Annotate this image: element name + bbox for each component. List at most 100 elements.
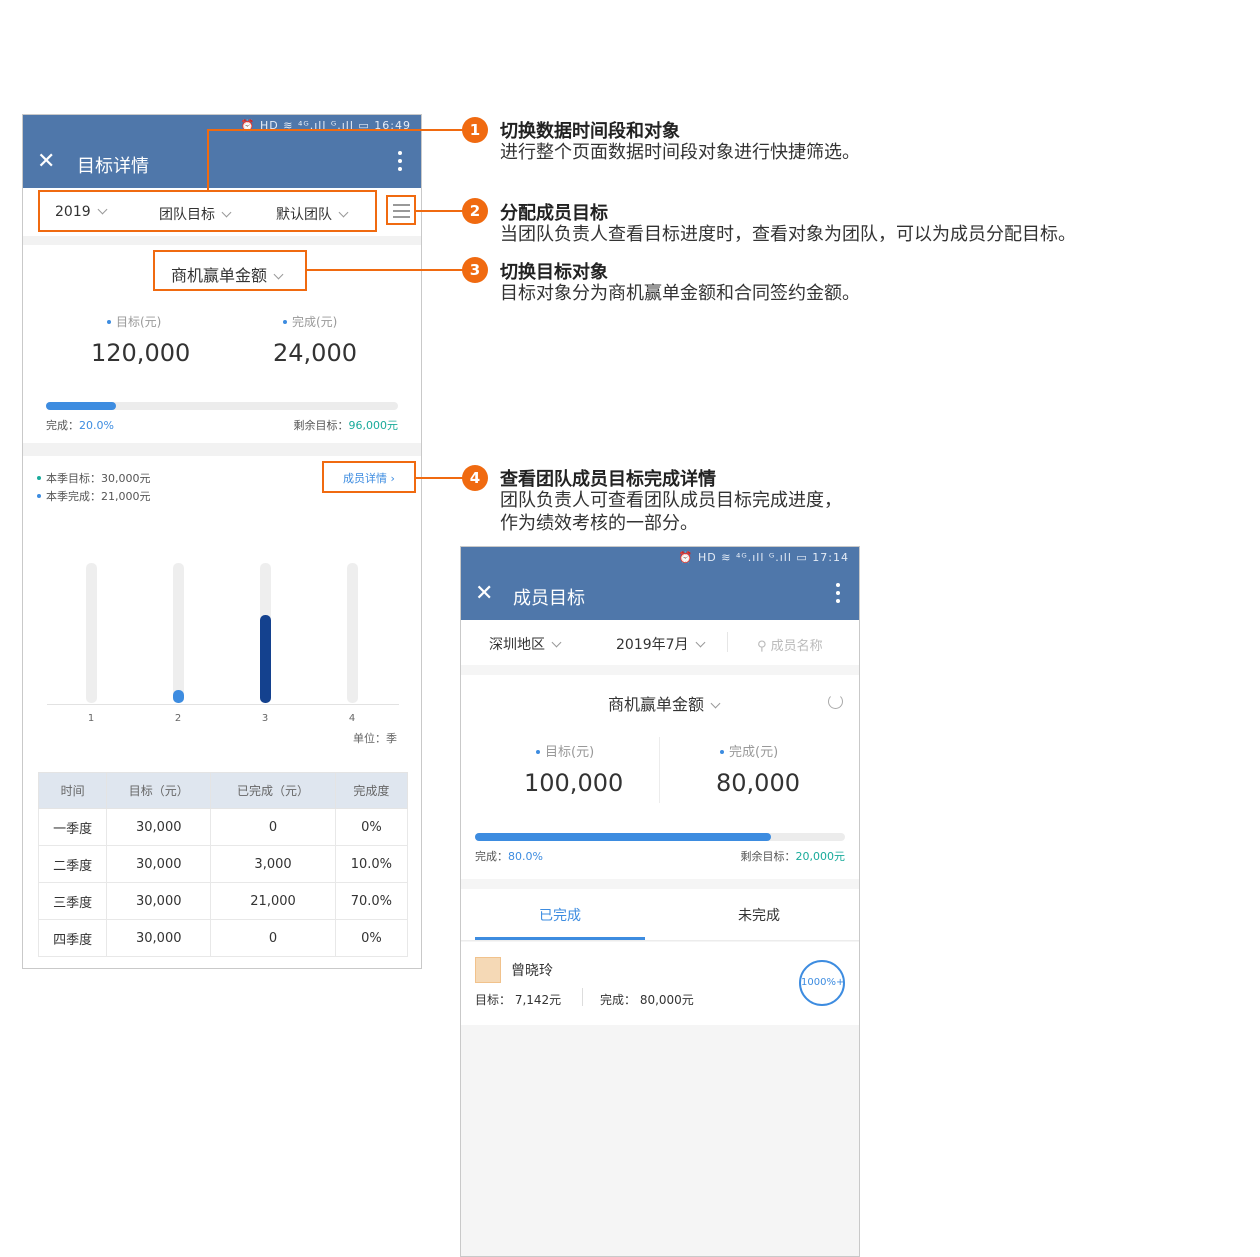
table-cell: 0% bbox=[334, 919, 409, 957]
table-row: 二季度 30,000 3,000 10.0% bbox=[37, 845, 409, 883]
close-icon[interactable]: ✕ bbox=[37, 151, 55, 173]
dot-icon bbox=[536, 750, 540, 754]
search-icon: ⚲ bbox=[757, 639, 767, 654]
avatar bbox=[475, 957, 501, 983]
table-row: 四季度 30,000 0 0% bbox=[37, 919, 409, 957]
highlight-member-detail bbox=[322, 461, 416, 493]
page-title: 成员目标 bbox=[513, 588, 585, 609]
target-label: 目标(元) bbox=[107, 313, 161, 330]
member-row[interactable]: 曾晓玲 目标： 7,142元 完成： 80,000元 1000%+ bbox=[461, 942, 859, 1025]
unit-label: 单位：季 bbox=[353, 732, 397, 745]
table-cell: 30,000 bbox=[106, 808, 212, 846]
table-cell: 30,000 bbox=[106, 919, 212, 957]
month-dropdown[interactable]: 2019年7月 bbox=[616, 634, 705, 654]
divider bbox=[23, 443, 421, 456]
dot-icon bbox=[720, 750, 724, 754]
table-header: 完成度 bbox=[334, 772, 409, 809]
x-tick-label: 3 bbox=[261, 713, 269, 724]
table-cell: 四季度 bbox=[37, 919, 108, 957]
bar-track-1 bbox=[86, 563, 97, 703]
progress-fill bbox=[475, 833, 771, 841]
member-name: 曾晓玲 bbox=[511, 963, 553, 979]
table-header: 目标（元） bbox=[106, 772, 212, 809]
member-done: 完成： 80,000元 bbox=[600, 993, 694, 1007]
table-cell: 21,000 bbox=[210, 882, 336, 920]
app-bar: ⏰ HD ≋ ⁴ᴳ.ıll ᴳ.ıll ▭ 17:14 ✕ 成员目标 bbox=[461, 547, 859, 620]
badge-4: 4 bbox=[462, 465, 488, 491]
table-row: 一季度 30,000 0 0% bbox=[37, 808, 409, 846]
progress-bar bbox=[475, 833, 845, 841]
table-cell: 30,000 bbox=[106, 882, 212, 920]
annotation-1-title: 切换数据时间段和对象 bbox=[500, 121, 680, 142]
table-cell: 二季度 bbox=[37, 845, 108, 883]
divider bbox=[582, 988, 583, 1006]
chevron-down-icon bbox=[551, 637, 562, 648]
x-tick-label: 1 bbox=[87, 713, 95, 724]
tab-bar: 已完成 未完成 bbox=[461, 889, 859, 941]
table-row: 三季度 30,000 21,000 70.0% bbox=[37, 882, 409, 920]
divider bbox=[727, 632, 728, 652]
chevron-down-icon bbox=[710, 698, 721, 709]
page-title: 目标详情 bbox=[77, 156, 149, 177]
progress-bar bbox=[46, 402, 398, 410]
close-icon[interactable]: ✕ bbox=[475, 583, 493, 605]
highlight-filter-bar bbox=[38, 190, 377, 232]
search-input[interactable]: ⚲ 成员名称 bbox=[757, 635, 823, 654]
annotation-2-title: 分配成员目标 bbox=[500, 203, 608, 224]
badge-1: 1 bbox=[462, 117, 488, 143]
dot-icon bbox=[37, 494, 41, 498]
tab-indicator bbox=[475, 937, 645, 940]
highlight-target-object bbox=[153, 250, 307, 291]
chart-baseline bbox=[47, 704, 399, 705]
table-cell: 0% bbox=[334, 808, 409, 846]
target-value: 120,000 bbox=[91, 339, 191, 367]
remaining-target: 剩余目标：20,000元 bbox=[740, 850, 846, 863]
bar-track-2 bbox=[173, 563, 184, 703]
phone-member-goals: ⏰ HD ≋ ⁴ᴳ.ıll ᴳ.ıll ▭ 17:14 ✕ 成员目标 深圳地区 … bbox=[460, 546, 860, 1257]
annotation-1-desc: 进行整个页面数据时间段对象进行快捷筛选。 bbox=[500, 142, 860, 163]
done-value: 24,000 bbox=[273, 339, 357, 367]
table-cell: 0 bbox=[210, 808, 336, 846]
summary-card: 商机赢单金额 目标(元) 完成(元) 100,000 80,000 完成：80.… bbox=[461, 675, 859, 879]
target-object-dropdown[interactable]: 商机赢单金额 bbox=[608, 691, 721, 715]
filter-bar: 深圳地区 2019年7月 ⚲ 成员名称 bbox=[461, 620, 859, 665]
table-cell: 10.0% bbox=[334, 845, 409, 883]
remaining-target: 剩余目标：96,000元 bbox=[293, 419, 399, 432]
dot-icon bbox=[283, 320, 287, 324]
status-bar: ⏰ HD ≋ ⁴ᴳ.ıll ᴳ.ıll ▭ 17:14 bbox=[678, 551, 849, 564]
region-dropdown[interactable]: 深圳地区 bbox=[489, 634, 562, 654]
leader-line bbox=[207, 129, 463, 131]
tab-completed[interactable]: 已完成 bbox=[539, 905, 581, 925]
bar-3 bbox=[260, 614, 271, 703]
table-cell: 3,000 bbox=[210, 845, 336, 883]
bar-2 bbox=[173, 690, 184, 703]
table-header: 已完成（元） bbox=[210, 772, 336, 809]
app-bar: ⏰ HD ≋ ⁴ᴳ.ıll ᴳ.ıll ▭ 16:49 ✕ 目标详情 bbox=[23, 115, 421, 188]
leader-line bbox=[307, 269, 464, 271]
annotation-3-title: 切换目标对象 bbox=[500, 262, 608, 283]
leader-line bbox=[416, 477, 464, 479]
badge-2: 2 bbox=[462, 198, 488, 224]
bar-track-4 bbox=[347, 563, 358, 703]
table-cell: 70.0% bbox=[334, 882, 409, 920]
table-cell: 0 bbox=[210, 919, 336, 957]
chevron-down-icon bbox=[695, 637, 705, 648]
refresh-icon[interactable] bbox=[828, 694, 843, 709]
highlight-menu bbox=[386, 195, 416, 225]
more-icon[interactable] bbox=[397, 151, 403, 175]
annotation-2-desc: 当团队负责人查看目标进度时，查看对象为团队，可以为成员分配目标。 bbox=[500, 224, 1076, 245]
progress-fill bbox=[46, 402, 117, 410]
table-cell: 一季度 bbox=[37, 808, 108, 846]
tab-incomplete[interactable]: 未完成 bbox=[738, 905, 780, 925]
annotation-4-title: 查看团队成员目标完成详情 bbox=[500, 469, 716, 490]
quarter-target: 本季目标：30,000元 bbox=[37, 470, 151, 486]
target-value: 100,000 bbox=[524, 769, 624, 797]
divider bbox=[659, 737, 660, 803]
bar-track-3 bbox=[260, 563, 271, 703]
annotation-4-desc: 团队负责人可查看团队成员目标完成进度，作为绩效考核的一部分。 bbox=[500, 490, 842, 534]
more-icon[interactable] bbox=[835, 583, 841, 607]
dot-icon bbox=[37, 476, 41, 480]
table-cell: 30,000 bbox=[106, 845, 212, 883]
quarter-done: 本季完成：21,000元 bbox=[37, 488, 151, 504]
done-value: 80,000 bbox=[716, 769, 800, 797]
